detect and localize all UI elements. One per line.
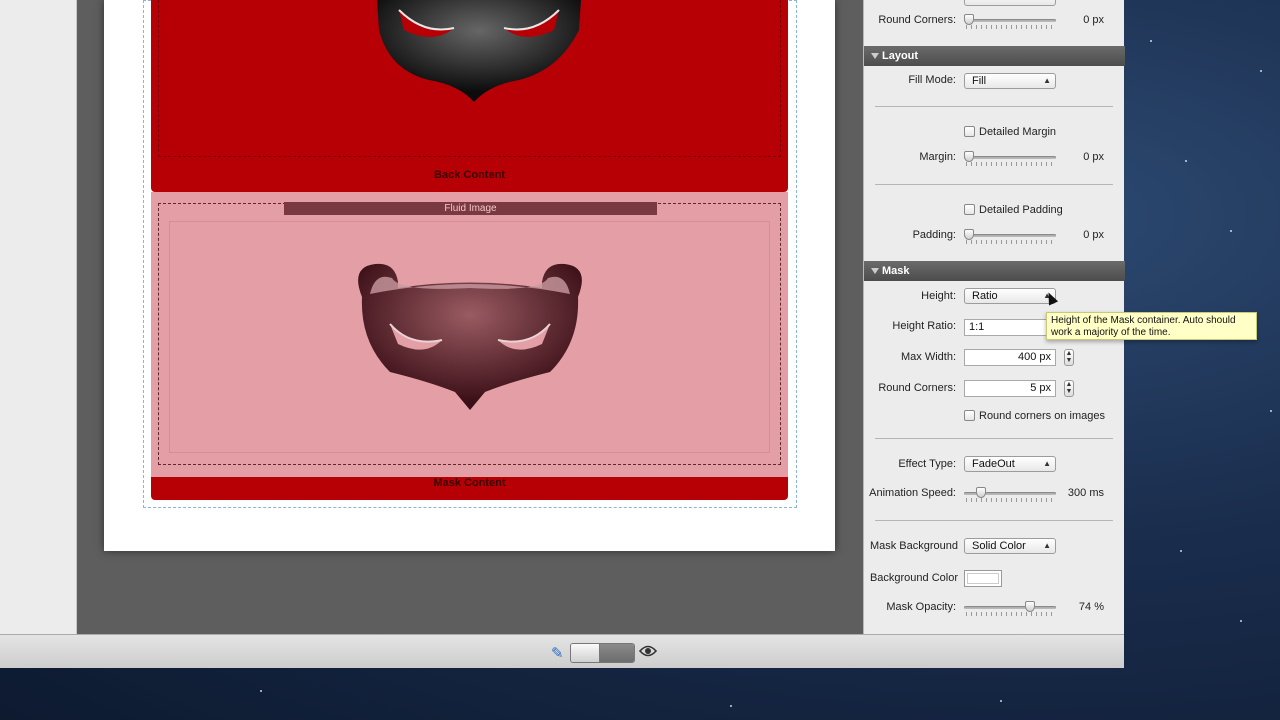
star <box>730 705 732 707</box>
separator <box>875 438 1113 439</box>
star <box>1000 700 1002 702</box>
disclosure-triangle-icon[interactable] <box>871 268 879 274</box>
detailed-padding-label: Detailed Padding <box>979 204 1063 216</box>
star <box>1270 410 1272 412</box>
separator <box>875 184 1113 185</box>
height-label: Height: <box>921 290 956 302</box>
height-tooltip: Height of the Mask container. Auto shoul… <box>1046 312 1257 340</box>
round-corners-stepper[interactable]: ▲ ▼ <box>1064 380 1074 397</box>
max-width-field[interactable]: 400 px <box>964 349 1056 366</box>
top-cutoff-popup[interactable] <box>964 0 1056 6</box>
bottom-toolbar: ✎ <box>0 634 1124 668</box>
detailed-margin-checkbox[interactable] <box>964 126 975 137</box>
popup-arrows-icon: ▲ <box>1043 459 1051 468</box>
mask-opacity-value: 74 % <box>1078 601 1104 613</box>
fill-mode-popup[interactable]: Fill ▲ <box>964 73 1056 89</box>
popup-arrows-icon: ▲ <box>1043 76 1051 85</box>
detailed-padding-checkbox[interactable] <box>964 204 975 215</box>
star <box>1260 70 1262 72</box>
height-value: Ratio <box>972 290 998 302</box>
max-width-stepper[interactable]: ▲ ▼ <box>1064 349 1074 366</box>
edit-preview-toggle[interactable] <box>570 643 635 663</box>
fluid-image-outline[interactable]: Fluid Image <box>158 202 781 465</box>
layout-section-title: Layout <box>882 50 919 62</box>
preview-mode-segment[interactable] <box>600 644 634 662</box>
detailed-margin-label: Detailed Margin <box>979 126 1057 138</box>
masquerade-mask-image <box>358 263 582 410</box>
disclosure-triangle-icon[interactable] <box>871 53 879 59</box>
mask-background-label: Mask Background <box>869 540 958 552</box>
animation-speed-label: Animation Speed: <box>869 487 956 499</box>
separator <box>875 520 1113 521</box>
round-corners-images-checkbox[interactable] <box>964 410 975 421</box>
margin-value: 0 px <box>1083 151 1104 163</box>
star <box>1180 550 1182 552</box>
height-ratio-field[interactable]: 1:1 <box>964 319 1056 336</box>
eye-icon[interactable] <box>639 644 657 658</box>
mask-opacity-slider[interactable] <box>964 601 1056 616</box>
mask-section-title: Mask <box>882 265 910 277</box>
popup-arrows-icon: ▲ <box>1043 541 1051 550</box>
padding-slider[interactable] <box>964 229 1056 244</box>
back-content-label: Back Content <box>434 169 505 181</box>
left-gutter <box>0 0 77 634</box>
mask-overlay: Fluid Image <box>151 192 788 477</box>
pencil-icon[interactable]: ✎ <box>551 644 564 662</box>
height-ratio-label: Height Ratio: <box>892 320 956 332</box>
height-popup[interactable]: Ratio ▲ <box>964 288 1056 304</box>
round-corners-images-label: Round corners on images <box>979 410 1105 422</box>
page-canvas: Back Content Fluid Image Mask Content <box>104 0 835 551</box>
layout-section-header[interactable]: Layout <box>864 46 1125 66</box>
background-color-well[interactable] <box>964 570 1002 587</box>
black-mask-image <box>377 0 581 102</box>
edit-mode-segment[interactable] <box>571 644 600 662</box>
app-window: Back Content Fluid Image Mask Content Ro… <box>0 0 1125 668</box>
margin-label: Margin: <box>919 151 956 163</box>
separator <box>875 106 1113 107</box>
effect-type-label: Effect Type: <box>898 458 956 470</box>
mask-opacity-label: Mask Opacity: <box>886 601 956 613</box>
padding-label: Padding: <box>912 229 956 241</box>
animation-speed-value: 300 ms <box>1067 487 1104 499</box>
star <box>1185 160 1187 162</box>
max-width-label: Max Width: <box>900 351 956 363</box>
back-content-box[interactable]: Back Content <box>151 0 788 192</box>
mask-content-label: Mask Content <box>433 477 506 489</box>
effect-type-popup[interactable]: FadeOut ▲ <box>964 456 1056 472</box>
fluid-image-label: Fluid Image <box>284 202 657 215</box>
mask-section-header[interactable]: Mask <box>864 261 1125 281</box>
background-color-label: Background Color <box>869 572 958 584</box>
fill-mode-label: Fill Mode: <box>908 74 956 86</box>
color-swatch <box>967 573 999 584</box>
mask-background-popup[interactable]: Solid Color ▲ <box>964 538 1056 554</box>
star <box>260 690 262 692</box>
padding-value: 0 px <box>1083 229 1104 241</box>
star <box>1230 230 1232 232</box>
animation-speed-slider[interactable] <box>964 487 1056 502</box>
top-round-corners-slider[interactable] <box>964 14 1056 29</box>
round-corners-field[interactable]: 5 px <box>964 380 1056 397</box>
canvas-area: Back Content Fluid Image Mask Content <box>77 0 863 634</box>
star <box>1240 620 1242 622</box>
back-image-frame <box>158 0 781 157</box>
star <box>1150 40 1152 42</box>
top-round-corners-label: Round Corners: <box>878 14 956 26</box>
top-round-corners-value: 0 px <box>1083 14 1104 26</box>
round-corners-label: Round Corners: <box>878 382 956 394</box>
fluid-image-frame <box>169 221 770 453</box>
margin-slider[interactable] <box>964 151 1056 166</box>
fill-mode-value: Fill <box>972 75 987 87</box>
mask-background-value: Solid Color <box>972 540 1026 552</box>
mask-content-box[interactable]: Fluid Image Mask Content <box>151 192 788 500</box>
effect-type-value: FadeOut <box>972 458 1015 470</box>
